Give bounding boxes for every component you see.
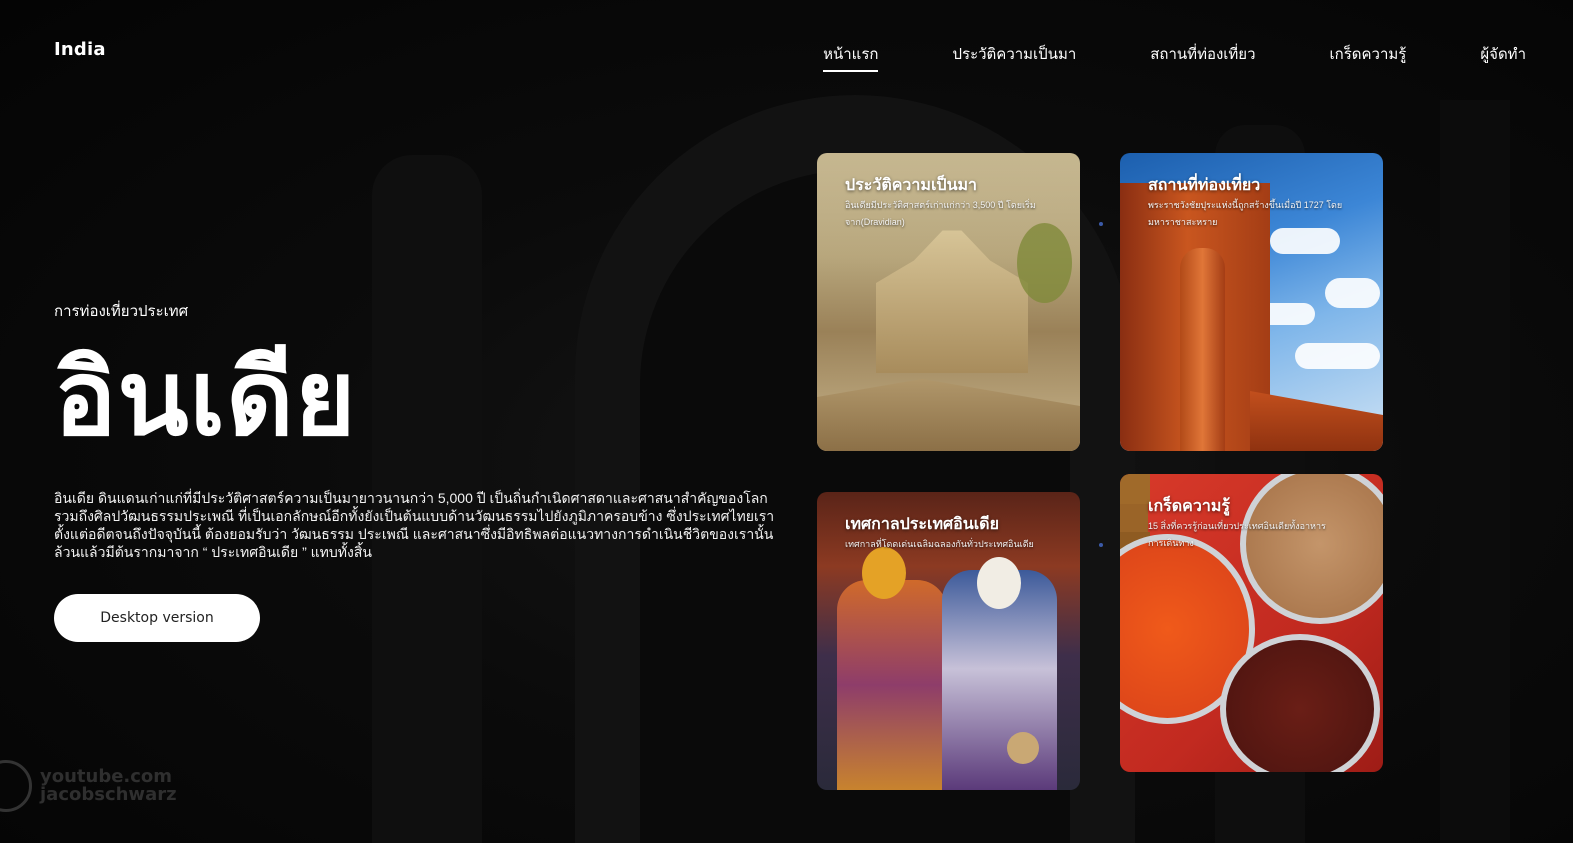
edge-glint <box>1099 543 1103 547</box>
watermark-logo-icon <box>0 760 32 812</box>
card-title: เกร็ดความรู้ <box>1148 498 1230 515</box>
cloud-shape <box>1325 278 1380 308</box>
cloud-shape <box>1270 228 1340 254</box>
plate-curry <box>1220 634 1380 772</box>
hero-description: อินเดีย ดินแดนเก่าแก่ที่มีประวัติศาสตร์ค… <box>54 490 775 560</box>
edge-glint <box>1099 222 1103 226</box>
white-mask <box>977 557 1021 609</box>
fort-tower-illustration <box>1180 248 1225 451</box>
dancer-figure-left <box>837 580 947 790</box>
hero-title: อินเดีย <box>54 337 357 459</box>
nav-item-attractions[interactable]: สถานที่ท่องเที่ยว <box>1150 42 1255 72</box>
tree-illustration <box>1017 223 1072 303</box>
yellow-mask <box>862 547 906 599</box>
watermark-text: youtube.com jacobschwarz <box>40 768 177 804</box>
desktop-version-button[interactable]: Desktop version <box>54 594 260 642</box>
card-title: ประวัติความเป็นมา <box>845 177 978 194</box>
card-title: สถานที่ท่องเที่ยว <box>1148 177 1261 194</box>
watermark: youtube.com jacobschwarz <box>0 760 177 812</box>
cloud-shape <box>1295 343 1380 369</box>
card-title: เทศกาลประเทศอินเดีย <box>845 516 999 533</box>
dumpling-shape <box>1120 474 1150 504</box>
nav-item-home[interactable]: หน้าแรก <box>823 42 879 72</box>
nav-item-authors[interactable]: ผู้จัดทำ <box>1480 42 1526 72</box>
hero-eyebrow: การท่องเที่ยวประเทศ <box>54 303 189 320</box>
card-attractions[interactable]: สถานที่ท่องเที่ยว พระราชวังชัยปุระแห่งนี… <box>1120 153 1383 451</box>
nav-item-trivia[interactable]: เกร็ดความรู้ <box>1330 42 1407 72</box>
fort-wall-illustration <box>1250 391 1383 451</box>
card-text: เทศกาลที่โดดเด่นเฉลิมฉลองกันทั่วประเทศอิ… <box>845 539 1034 549</box>
card-text: 15 สิ่งที่ควรรู้ก่อนเที่ยวประเทศอินเดียท… <box>1148 521 1326 548</box>
card-text: พระราชวังชัยปุระแห่งนี้ถูกสร้างขึ้นเมื่อ… <box>1148 200 1343 227</box>
nav-item-history[interactable]: ประวัติความเป็นมา <box>952 42 1076 72</box>
dumpling-shape <box>1120 504 1148 532</box>
pillar-silhouette <box>1440 100 1510 840</box>
card-trivia[interactable]: เกร็ดความรู้ 15 สิ่งที่ควรรู้ก่อนเที่ยวป… <box>1120 474 1383 772</box>
watermark-line-2: jacobschwarz <box>40 784 177 805</box>
card-text: อินเดียมีประวัติศาสตร์เก่าแก่กว่า 3,500 … <box>845 200 1036 227</box>
card-history[interactable]: ประวัติความเป็นมา อินเดียมีประวัติศาสตร์… <box>817 153 1080 451</box>
brand-logo[interactable]: India <box>54 39 106 60</box>
drum-shape <box>1007 732 1039 764</box>
main-nav: หน้าแรก ประวัติความเป็นมา สถานที่ท่องเที… <box>823 42 1526 72</box>
card-festivals[interactable]: เทศกาลประเทศอินเดีย เทศกาลที่โดดเด่นเฉลิ… <box>817 492 1080 790</box>
ghat-steps-illustration <box>817 379 1080 451</box>
